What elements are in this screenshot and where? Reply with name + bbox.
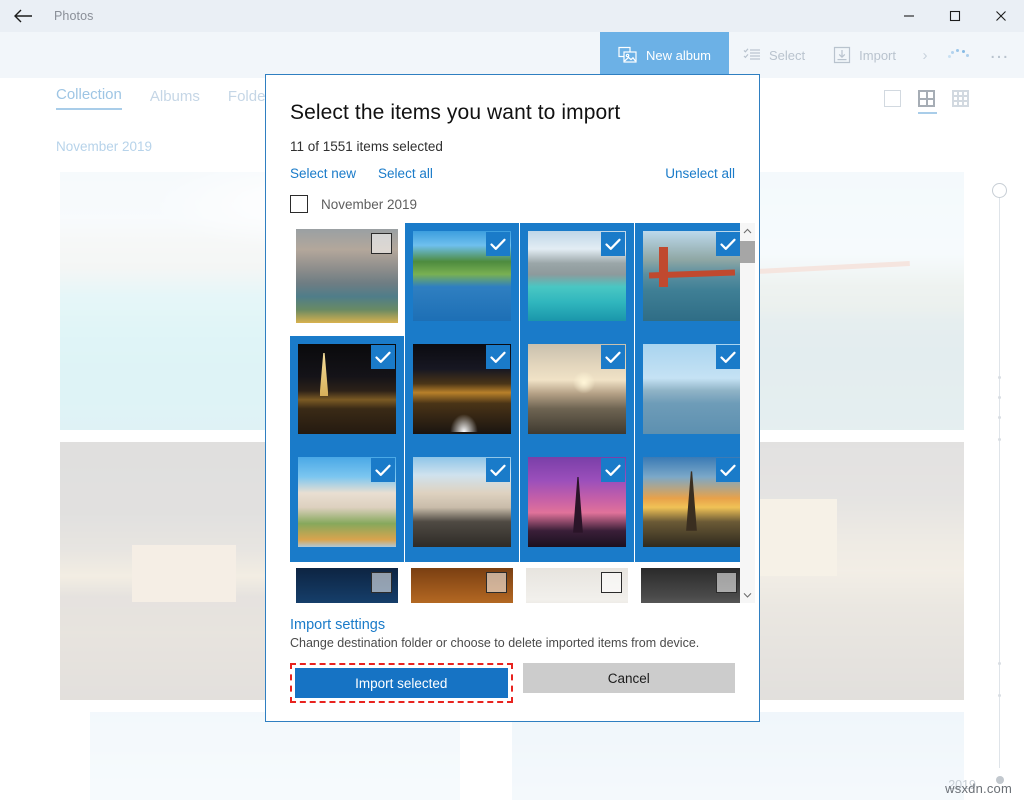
tab-folders[interactable]: Folde bbox=[228, 88, 266, 110]
scrollbar-thumb[interactable] bbox=[740, 241, 755, 263]
navigation-tabs: Collection Albums Folde bbox=[56, 86, 265, 110]
new-album-icon bbox=[618, 46, 638, 64]
thumbnail-disneyland-castle-hotel-photo[interactable] bbox=[290, 449, 404, 562]
thumbnail-disneyland-plaza-photo[interactable] bbox=[405, 449, 519, 562]
select-new-link[interactable]: Select new bbox=[290, 166, 356, 181]
dialog-action-buttons: Import selected Cancel bbox=[290, 663, 735, 703]
import-dialog: Select the items you want to import 11 o… bbox=[265, 74, 760, 722]
dialog-header: Select the items you want to import 11 o… bbox=[266, 75, 759, 181]
thumbnail-eiffel-tower-purple-sky-photo[interactable] bbox=[520, 449, 634, 562]
scrubber-tick bbox=[998, 438, 1001, 441]
dialog-scrollbar[interactable] bbox=[740, 223, 755, 603]
selected-count-text: 11 of 1551 items selected bbox=[290, 139, 735, 154]
import-selected-button[interactable]: Import selected bbox=[295, 668, 508, 698]
tab-albums[interactable]: Albums bbox=[150, 88, 200, 110]
overflow-menu-button[interactable]: … bbox=[976, 32, 1024, 78]
check-icon[interactable] bbox=[486, 345, 510, 369]
command-bar: New album Select Import › bbox=[0, 32, 1024, 78]
select-button[interactable]: Select bbox=[729, 32, 819, 78]
grid-2x2-view-icon[interactable] bbox=[918, 90, 938, 116]
select-list-icon bbox=[743, 47, 761, 63]
back-arrow-icon[interactable] bbox=[0, 0, 46, 32]
cancel-button[interactable]: Cancel bbox=[523, 663, 736, 693]
check-icon[interactable] bbox=[486, 232, 510, 256]
thumbnail-checkbox[interactable] bbox=[601, 572, 622, 593]
thumbnail-checkbox[interactable] bbox=[371, 233, 392, 254]
scroll-up-arrow-icon[interactable] bbox=[740, 223, 755, 239]
title-bar: Photos bbox=[0, 0, 1024, 32]
select-all-link[interactable]: Select all bbox=[378, 166, 433, 181]
single-view-icon[interactable] bbox=[884, 90, 904, 116]
collection-photo-next-row-left[interactable] bbox=[90, 712, 460, 800]
maximize-button[interactable] bbox=[932, 0, 978, 32]
scrubber-tick bbox=[998, 396, 1001, 399]
check-icon[interactable] bbox=[371, 458, 395, 482]
import-settings-description: Change destination folder or choose to d… bbox=[290, 636, 735, 650]
check-icon[interactable] bbox=[486, 458, 510, 482]
check-icon[interactable] bbox=[371, 345, 395, 369]
chevron-right-icon[interactable]: › bbox=[910, 32, 940, 78]
check-icon[interactable] bbox=[716, 458, 740, 482]
scrubber-tick bbox=[998, 662, 1001, 665]
import-settings-link[interactable]: Import settings bbox=[290, 617, 735, 633]
thumbnail-grid bbox=[290, 223, 759, 603]
import-label: Import bbox=[859, 48, 896, 63]
group-header-november-2019[interactable]: November 2019 bbox=[266, 181, 759, 223]
close-button[interactable] bbox=[978, 0, 1024, 32]
scrubber-tick bbox=[998, 376, 1001, 379]
check-icon[interactable] bbox=[716, 345, 740, 369]
scrollbar-track[interactable] bbox=[740, 239, 755, 587]
grid-3x3-view-icon[interactable] bbox=[952, 90, 972, 116]
import-button[interactable]: Import bbox=[819, 32, 910, 78]
thumbnail-checkbox[interactable] bbox=[716, 572, 737, 593]
timeline-scrubber[interactable]: 2019 bbox=[986, 180, 1012, 780]
view-mode-switcher bbox=[884, 90, 972, 116]
unselect-all-link[interactable]: Unselect all bbox=[665, 166, 735, 181]
tab-collection[interactable]: Collection bbox=[56, 86, 122, 110]
minimize-button[interactable] bbox=[886, 0, 932, 32]
check-icon[interactable] bbox=[601, 232, 625, 256]
app-title: Photos bbox=[46, 9, 94, 23]
group-checkbox[interactable] bbox=[290, 195, 308, 213]
thumbnail-checkbox[interactable] bbox=[486, 572, 507, 593]
scrubber-line bbox=[999, 190, 1000, 768]
photos-app-window: Photos New album bbox=[0, 0, 1024, 800]
thumbnail-turquoise-bay-photo[interactable] bbox=[520, 223, 634, 336]
thumbnail-grayscale-photo[interactable] bbox=[635, 562, 749, 603]
select-label: Select bbox=[769, 48, 805, 63]
import-tray-icon bbox=[833, 46, 851, 64]
group-label: November 2019 bbox=[321, 197, 417, 212]
dialog-title: Select the items you want to import bbox=[290, 101, 735, 125]
scrubber-tick bbox=[998, 694, 1001, 697]
thumbnail-snow-slope-photo[interactable] bbox=[520, 562, 634, 603]
new-album-button[interactable]: New album bbox=[600, 32, 729, 78]
thumbnail-vegas-strip-fountain-photo[interactable] bbox=[405, 336, 519, 449]
collection-photo-next-row-right[interactable] bbox=[512, 712, 964, 800]
thumbnail-golden-gate-bridge-photo[interactable] bbox=[635, 223, 749, 336]
new-album-label: New album bbox=[646, 48, 711, 63]
thumbnail-eiffel-tower-sunset-photo[interactable] bbox=[635, 449, 749, 562]
watermark: wsxdn.com bbox=[945, 781, 1012, 796]
check-icon[interactable] bbox=[601, 458, 625, 482]
window-controls bbox=[886, 0, 1024, 32]
scrubber-handle[interactable] bbox=[992, 183, 1007, 198]
selection-links: Select new Select all Unselect all bbox=[290, 166, 735, 181]
collection-month-heading: November 2019 bbox=[56, 139, 152, 154]
thumbnail-paris-hotel-night-photo[interactable] bbox=[290, 336, 404, 449]
dialog-footer: Import settings Change destination folde… bbox=[266, 603, 759, 721]
thumbnail-grid-container bbox=[266, 223, 759, 603]
thumbnail-seine-sunset-photo[interactable] bbox=[520, 336, 634, 449]
loading-spinner-icon bbox=[940, 32, 976, 78]
thumbnail-lake-hillside-photo[interactable] bbox=[405, 223, 519, 336]
check-icon[interactable] bbox=[716, 232, 740, 256]
scroll-down-arrow-icon[interactable] bbox=[740, 587, 755, 603]
scrubber-tick bbox=[998, 416, 1001, 419]
thumbnail-checkbox[interactable] bbox=[371, 572, 392, 593]
thumbnail-seine-daytime-photo[interactable] bbox=[635, 336, 749, 449]
import-selected-focus-ring: Import selected bbox=[290, 663, 513, 703]
thumbnail-night-blue-photo[interactable] bbox=[290, 562, 404, 603]
thumbnail-wood-texture-photo[interactable] bbox=[405, 562, 519, 603]
check-icon[interactable] bbox=[601, 345, 625, 369]
thumbnail-zurich-canal-photo[interactable] bbox=[290, 223, 404, 336]
